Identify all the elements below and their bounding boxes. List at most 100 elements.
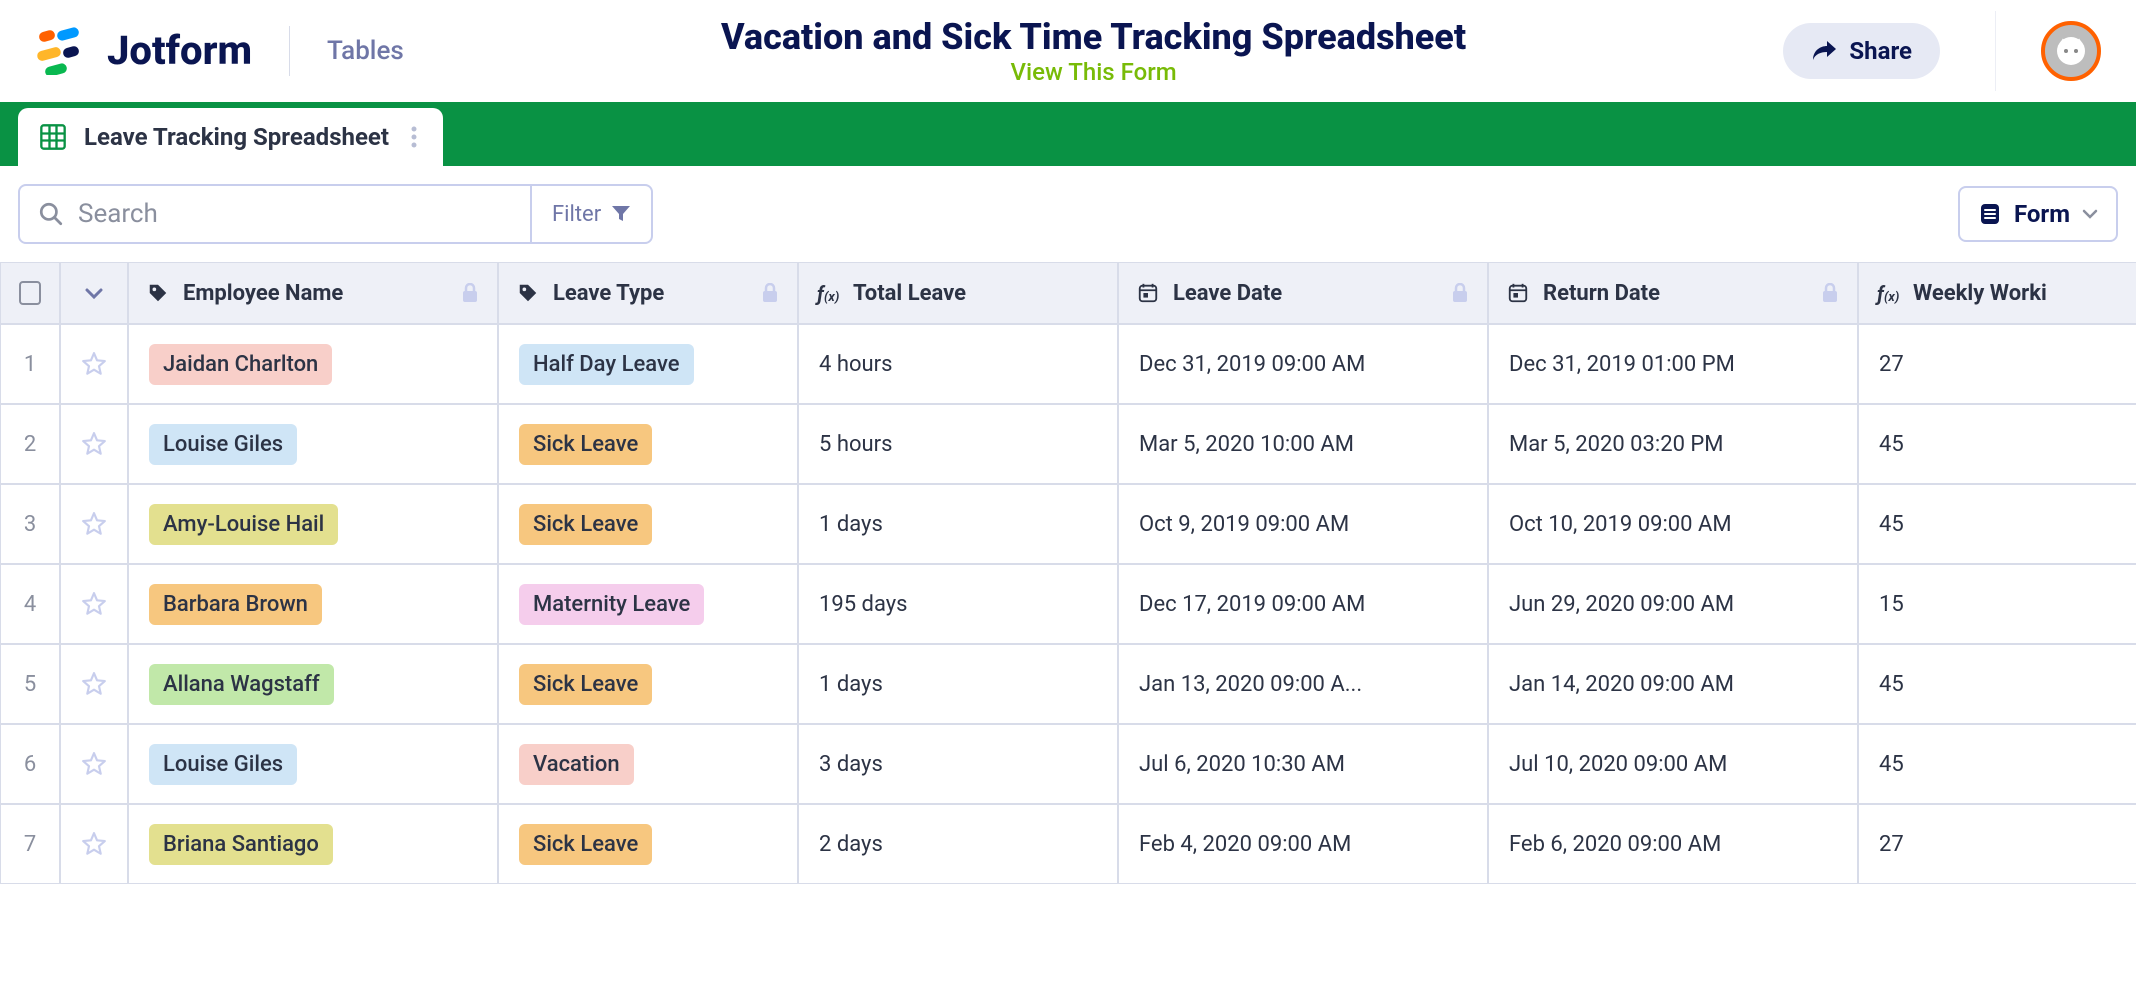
cell-total-leave[interactable]: 1 days — [798, 484, 1118, 564]
cell-return-date[interactable]: Feb 6, 2020 09:00 AM — [1488, 804, 1858, 884]
form-button-label: Form — [2014, 200, 2070, 228]
cell-leave-date[interactable]: Dec 31, 2019 09:00 AM — [1118, 324, 1488, 404]
column-header-3[interactable]: Leave Date — [1118, 262, 1488, 324]
star-row[interactable] — [60, 564, 128, 644]
cell-leave-type[interactable]: Vacation — [498, 724, 798, 804]
column-header-0[interactable]: Employee Name — [128, 262, 498, 324]
avatar-icon — [2051, 31, 2091, 71]
cell-leave-date[interactable]: Mar 5, 2020 10:00 AM — [1118, 404, 1488, 484]
cell-total-leave[interactable]: 2 days — [798, 804, 1118, 884]
search-input[interactable] — [78, 199, 512, 229]
cell-leave-type[interactable]: Maternity Leave — [498, 564, 798, 644]
row-number: 3 — [0, 484, 60, 564]
search-filter-group: Filter — [18, 184, 653, 244]
tab-leave-tracking[interactable]: Leave Tracking Spreadsheet — [18, 108, 443, 166]
row-number: 4 — [0, 564, 60, 644]
cell-weekly[interactable]: 45 — [1858, 484, 2136, 564]
cell-leave-type[interactable]: Half Day Leave — [498, 324, 798, 404]
app-header: Jotform Tables Vacation and Sick Time Tr… — [0, 0, 2136, 102]
cell-employee[interactable]: Briana Santiago — [128, 804, 498, 884]
lock-icon — [1821, 283, 1839, 303]
column-label: Leave Type — [553, 281, 664, 306]
cell-return-date[interactable]: Mar 5, 2020 03:20 PM — [1488, 404, 1858, 484]
star-row[interactable] — [60, 804, 128, 884]
cell-employee[interactable]: Allana Wagstaff — [128, 644, 498, 724]
jotform-logo-icon — [35, 27, 83, 75]
row-number: 6 — [0, 724, 60, 804]
select-all-checkbox[interactable] — [0, 262, 60, 324]
title-block: Vacation and Sick Time Tracking Spreadsh… — [404, 16, 1784, 86]
cell-total-leave[interactable]: 4 hours — [798, 324, 1118, 404]
lock-icon — [461, 283, 479, 303]
view-form-link[interactable]: View This Form — [1011, 58, 1177, 86]
column-header-4[interactable]: Return Date — [1488, 262, 1858, 324]
cell-weekly[interactable]: 45 — [1858, 724, 2136, 804]
cell-leave-date[interactable]: Jan 13, 2020 09:00 A... — [1118, 644, 1488, 724]
filter-label: Filter — [552, 202, 601, 227]
column-header-1[interactable]: Leave Type — [498, 262, 798, 324]
controls-bar: Filter Form — [0, 166, 2136, 262]
star-row[interactable] — [60, 404, 128, 484]
cell-return-date[interactable]: Jan 14, 2020 09:00 AM — [1488, 644, 1858, 724]
star-row[interactable] — [60, 484, 128, 564]
cell-leave-date[interactable]: Dec 17, 2019 09:00 AM — [1118, 564, 1488, 644]
page-title: Vacation and Sick Time Tracking Spreadsh… — [404, 16, 1784, 58]
column-header-2[interactable]: ƒ(x)Total Leave — [798, 262, 1118, 324]
cell-leave-type[interactable]: Sick Leave — [498, 484, 798, 564]
cell-weekly[interactable]: 45 — [1858, 404, 2136, 484]
cell-leave-type[interactable]: Sick Leave — [498, 404, 798, 484]
cell-weekly[interactable]: 27 — [1858, 804, 2136, 884]
avatar[interactable] — [2041, 21, 2101, 81]
cell-weekly[interactable]: 15 — [1858, 564, 2136, 644]
tabs-bar: Leave Tracking Spreadsheet — [0, 102, 2136, 166]
star-row[interactable] — [60, 324, 128, 404]
cell-leave-type[interactable]: Sick Leave — [498, 644, 798, 724]
section-label[interactable]: Tables — [327, 36, 404, 66]
cell-employee[interactable]: Jaidan Charlton — [128, 324, 498, 404]
column-label: Weekly Worki — [1913, 281, 2047, 306]
leave-type-tag: Sick Leave — [519, 664, 652, 705]
cell-leave-date[interactable]: Oct 9, 2019 09:00 AM — [1118, 484, 1488, 564]
cell-weekly[interactable]: 45 — [1858, 644, 2136, 724]
share-label: Share — [1849, 37, 1912, 65]
leave-type-tag: Maternity Leave — [519, 584, 704, 625]
row-menu-header[interactable] — [60, 262, 128, 324]
leave-type-tag: Half Day Leave — [519, 344, 694, 385]
cell-return-date[interactable]: Dec 31, 2019 01:00 PM — [1488, 324, 1858, 404]
cell-return-date[interactable]: Jul 10, 2020 09:00 AM — [1488, 724, 1858, 804]
filter-button[interactable]: Filter — [530, 186, 651, 242]
tab-label: Leave Tracking Spreadsheet — [84, 123, 389, 151]
cell-total-leave[interactable]: 5 hours — [798, 404, 1118, 484]
star-row[interactable] — [60, 644, 128, 724]
search-icon — [38, 201, 64, 227]
chevron-down-icon — [2082, 209, 2098, 219]
cell-return-date[interactable]: Oct 10, 2019 09:00 AM — [1488, 484, 1858, 564]
cell-employee[interactable]: Barbara Brown — [128, 564, 498, 644]
form-view-dropdown[interactable]: Form — [1958, 186, 2118, 242]
column-header-5[interactable]: ƒ(x)Weekly Worki — [1858, 262, 2136, 324]
cell-weekly[interactable]: 27 — [1858, 324, 2136, 404]
leave-type-tag: Vacation — [519, 744, 634, 785]
tab-menu-icon[interactable] — [405, 125, 423, 149]
cell-leave-date[interactable]: Feb 4, 2020 09:00 AM — [1118, 804, 1488, 884]
employee-tag: Briana Santiago — [149, 824, 333, 865]
cell-return-date[interactable]: Jun 29, 2020 09:00 AM — [1488, 564, 1858, 644]
cell-employee[interactable]: Amy-Louise Hail — [128, 484, 498, 564]
cell-total-leave[interactable]: 1 days — [798, 644, 1118, 724]
logo-area: Jotform Tables — [35, 26, 404, 76]
share-button[interactable]: Share — [1783, 23, 1940, 79]
cell-leave-date[interactable]: Jul 6, 2020 10:30 AM — [1118, 724, 1488, 804]
star-row[interactable] — [60, 724, 128, 804]
cell-total-leave[interactable]: 3 days — [798, 724, 1118, 804]
cell-employee[interactable]: Louise Giles — [128, 404, 498, 484]
column-label: Total Leave — [853, 281, 966, 306]
row-number: 5 — [0, 644, 60, 724]
column-label: Employee Name — [183, 281, 343, 306]
cell-employee[interactable]: Louise Giles — [128, 724, 498, 804]
header-right: Share — [1783, 11, 2101, 91]
cell-total-leave[interactable]: 195 days — [798, 564, 1118, 644]
employee-tag: Amy-Louise Hail — [149, 504, 338, 545]
cell-leave-type[interactable]: Sick Leave — [498, 804, 798, 884]
vertical-divider — [1995, 11, 1996, 91]
employee-tag: Jaidan Charlton — [149, 344, 332, 385]
